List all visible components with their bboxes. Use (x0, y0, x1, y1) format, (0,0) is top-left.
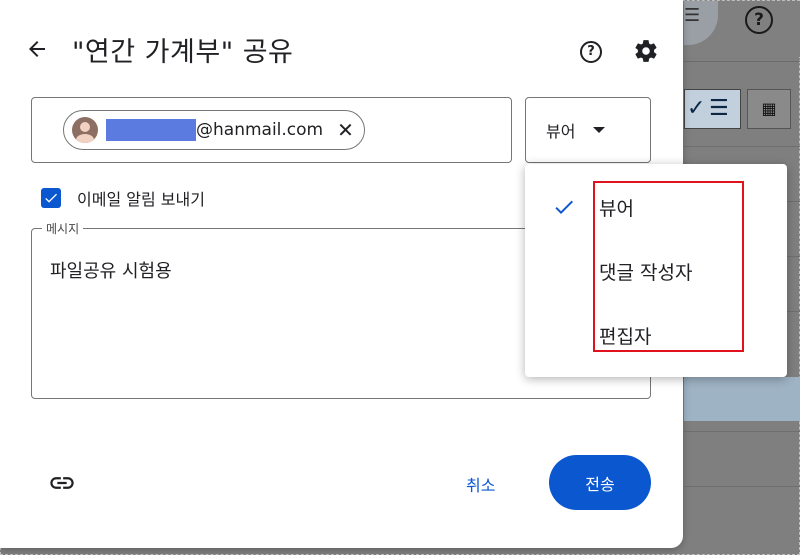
role-menu-item-viewer[interactable]: 뷰어 (525, 176, 787, 238)
role-menu: 뷰어 댓글 작성자 편집자 (525, 164, 787, 377)
message-text: 파일공유 시험용 (50, 261, 172, 282)
background-row-divider (684, 431, 800, 432)
gear-icon (635, 40, 657, 62)
background-list-view-toggle: ✓ ☰ (684, 89, 741, 129)
role-menu-item-commenter[interactable]: 댓글 작성자 (525, 240, 787, 302)
role-select-button[interactable]: 뷰어 (525, 97, 651, 163)
recipient-chip[interactable]: @hanmail.com ✕ (63, 110, 365, 150)
arrow-back-icon (29, 41, 45, 57)
background-grid-view-icon: ▦ (747, 89, 791, 129)
avatar (72, 117, 98, 143)
cancel-button[interactable]: 취소 (452, 468, 509, 500)
background-help-icon: ? (745, 6, 773, 34)
role-menu-item-label: 편집자 (599, 325, 652, 348)
recipients-field[interactable]: @hanmail.com ✕ (31, 97, 512, 163)
help-icon[interactable]: ? (580, 41, 602, 63)
notify-option: 이메일 알림 보내기 (41, 186, 205, 210)
role-menu-item-label: 뷰어 (599, 197, 634, 220)
background-row-divider (684, 146, 800, 147)
redacted-email-user (106, 119, 196, 141)
notify-label: 이메일 알림 보내기 (77, 190, 205, 209)
role-select-label: 뷰어 (546, 122, 576, 141)
link-icon (50, 477, 74, 489)
check-icon (555, 200, 573, 214)
notify-checkbox[interactable] (41, 188, 61, 208)
background-selected-row (684, 377, 800, 421)
background-menu-icon: ☰ (684, 5, 701, 26)
recipient-email-domain: @hanmail.com (196, 120, 324, 140)
message-legend: 메시지 (42, 220, 84, 237)
remove-recipient-icon[interactable]: ✕ (337, 120, 354, 140)
role-menu-item-editor[interactable]: 편집자 (525, 304, 787, 366)
background-divider (684, 61, 800, 62)
check-icon (45, 193, 57, 203)
settings-button[interactable] (633, 38, 659, 64)
send-button[interactable]: 전송 (549, 455, 651, 510)
dialog-title: "연간 가계부" 공유 (72, 37, 294, 68)
back-button[interactable] (20, 32, 54, 66)
dropdown-arrow-icon (593, 127, 606, 133)
copy-link-button[interactable] (48, 469, 76, 497)
role-menu-item-label: 댓글 작성자 (599, 261, 693, 284)
background-row-divider (684, 486, 800, 487)
